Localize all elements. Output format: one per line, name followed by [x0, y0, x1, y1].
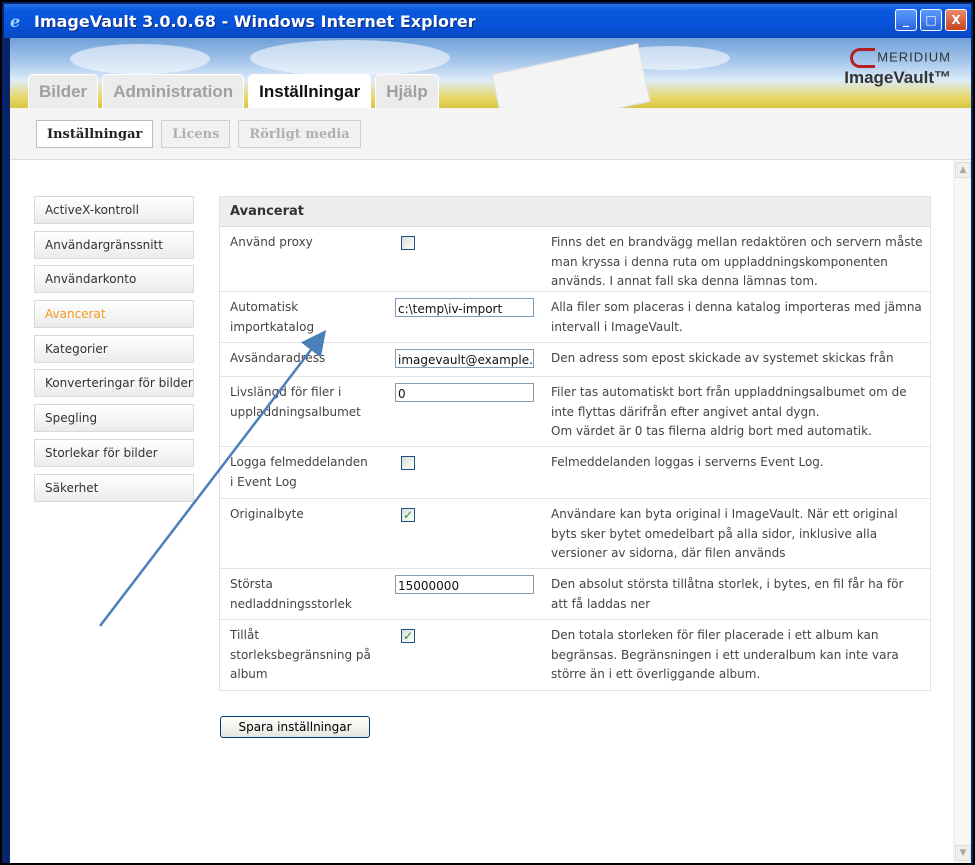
setting-row-sender-address: Avsändaradress imagevault@example.com De… — [220, 343, 930, 377]
ie-logo-icon: e — [10, 12, 21, 31]
tab-administration[interactable]: Administration — [102, 74, 245, 108]
sender-address-input[interactable]: imagevault@example.com — [395, 349, 534, 368]
tab-hjalp[interactable]: Hjälp — [375, 74, 439, 108]
setting-description: Felmeddelanden loggas i serverns Event L… — [551, 455, 824, 469]
maximize-button[interactable]: □ — [920, 9, 942, 31]
setting-label: Automatisk importkatalog — [230, 300, 315, 334]
setting-label: Livslängd för filer i uppladdningsalbume… — [230, 385, 361, 419]
sub-navigation: Inställningar Licens Rörligt media — [10, 108, 971, 160]
subtab-installningar[interactable]: Inställningar — [36, 120, 154, 148]
header-photo — [491, 43, 651, 108]
title-bar: e ImageVault 3.0.0.68 - Windows Internet… — [4, 4, 971, 38]
proxy-checkbox[interactable] — [401, 236, 415, 250]
setting-label: Avsändaradress — [230, 351, 326, 365]
setting-row-album-size-limit: Tillåt storleksbegränsning på album ✓ De… — [220, 620, 930, 690]
main-tabs: Bilder Administration Inställningar Hjäl… — [28, 74, 439, 108]
setting-description: Användare kan byta original i ImageVault… — [551, 507, 898, 560]
setting-label: Originalbyte — [230, 507, 304, 521]
sidebar-item-activex[interactable]: ActiveX-kontroll — [34, 196, 194, 224]
advanced-settings-panel: Avancerat Använd proxy Finns det en bran… — [219, 196, 931, 691]
setting-row-proxy: Använd proxy Finns det en brandvägg mell… — [220, 227, 930, 292]
import-folder-input[interactable]: c:\temp\iv-import — [395, 298, 534, 317]
sidebar-item-sakerhet[interactable]: Säkerhet — [34, 473, 194, 502]
tab-installningar[interactable]: Inställningar — [248, 74, 372, 108]
sidebar-item-storlekar[interactable]: Storlekar för bilder — [34, 438, 194, 467]
setting-row-original-replace: Originalbyte ✓ Användare kan byta origin… — [220, 499, 930, 569]
subtab-licens[interactable]: Licens — [161, 120, 231, 148]
setting-label: Använd proxy — [230, 235, 313, 249]
setting-row-max-download: Största nedladdningsstorlek 15000000 Den… — [220, 569, 930, 620]
sidebar-item-avancerat[interactable]: Avancerat — [34, 300, 194, 329]
setting-row-event-log: Logga felmeddelanden i Event Log Felmedd… — [220, 447, 930, 499]
setting-label: Största nedladdningsstorlek — [230, 577, 352, 611]
setting-description: Den adress som epost skickade av systeme… — [551, 351, 894, 365]
setting-label: Tillåt storleksbegränsning på album — [230, 628, 371, 681]
save-settings-button[interactable]: Spara inställningar — [220, 716, 370, 738]
lifetime-days-input[interactable]: 0 — [395, 383, 534, 402]
max-download-input[interactable]: 15000000 — [395, 575, 534, 594]
setting-description: Den totala storleken för filer placerade… — [551, 628, 899, 681]
original-replace-checkbox[interactable]: ✓ — [401, 508, 415, 522]
window-title: ImageVault 3.0.0.68 - Windows Internet E… — [34, 11, 476, 31]
setting-row-import-folder: Automatisk importkatalog c:\temp\iv-impo… — [220, 292, 930, 343]
sidebar-item-spegling[interactable]: Spegling — [34, 404, 194, 433]
page-content: MERIDIUM ImageVault™ Bilder Administrati… — [10, 38, 971, 863]
vertical-scrollbar[interactable]: ▲ ▼ — [953, 160, 971, 863]
app-header: MERIDIUM ImageVault™ Bilder Administrati… — [10, 38, 971, 108]
sidebar-item-konverteringar[interactable]: Konverteringar för bilder — [34, 369, 194, 398]
setting-description: Den absolut största tillåtna storlek, i … — [551, 577, 904, 611]
close-button[interactable]: X — [945, 9, 967, 31]
album-size-limit-checkbox[interactable]: ✓ — [401, 629, 415, 643]
settings-sidebar: ActiveX-kontroll Användargränssnitt Anvä… — [34, 196, 194, 508]
logo-imagevault-text: ImageVault™ — [844, 68, 951, 87]
setting-description: Filer tas automatiskt bort från uppladdn… — [551, 385, 907, 438]
setting-row-lifetime: Livslängd för filer i uppladdningsalbume… — [220, 377, 930, 447]
browser-window: e ImageVault 3.0.0.68 - Windows Internet… — [0, 0, 975, 865]
tab-bilder[interactable]: Bilder — [28, 74, 99, 108]
setting-label: Logga felmeddelanden i Event Log — [230, 455, 368, 489]
sidebar-item-anvandarkonto[interactable]: Användarkonto — [34, 265, 194, 294]
setting-description: Alla filer som placeras i denna katalog … — [551, 300, 922, 334]
subtab-rorligt-media[interactable]: Rörligt media — [238, 120, 361, 148]
scroll-up-icon[interactable]: ▲ — [955, 162, 971, 178]
sidebar-item-anvandargranssnitt[interactable]: Användargränssnitt — [34, 230, 194, 259]
event-log-checkbox[interactable] — [401, 456, 415, 470]
setting-description: Finns det en brandvägg mellan redaktören… — [551, 235, 923, 288]
minimize-button[interactable]: _ — [895, 9, 917, 31]
logo-meridium-text: MERIDIUM — [844, 48, 951, 68]
scroll-down-icon[interactable]: ▼ — [955, 845, 971, 861]
sidebar-item-kategorier[interactable]: Kategorier — [34, 334, 194, 363]
panel-title: Avancerat — [220, 197, 930, 227]
imagevault-logo: MERIDIUM ImageVault™ — [844, 48, 951, 88]
